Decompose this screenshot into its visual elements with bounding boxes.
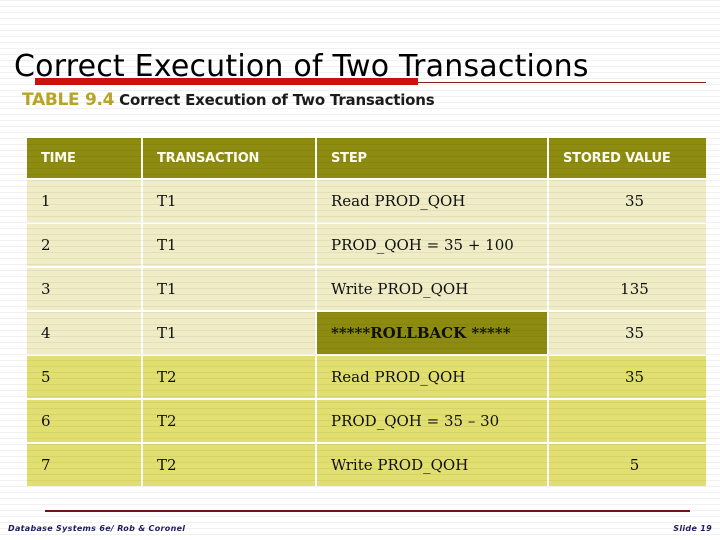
cell-stored-value: 35 xyxy=(549,356,706,398)
cell-time: 4 xyxy=(27,312,141,354)
table-row: 2 T1 PROD_QOH = 35 + 100 xyxy=(27,224,706,266)
cell-step: PROD_QOH = 35 + 100 xyxy=(317,224,547,266)
cell-transaction: T1 xyxy=(143,268,315,310)
cell-transaction: T1 xyxy=(143,180,315,222)
cell-step: PROD_QOH = 35 – 30 xyxy=(317,400,547,442)
column-header-step: STEP xyxy=(317,138,547,178)
footer-divider xyxy=(45,510,690,512)
slide-canvas: Correct Execution of Two Transactions TA… xyxy=(0,0,720,540)
table-row: 5 T2 Read PROD_QOH 35 xyxy=(27,356,706,398)
cell-step: Read PROD_QOH xyxy=(317,180,547,222)
transactions-table-wrapper: TIME TRANSACTION STEP STORED VALUE 1 T1 Re… xyxy=(25,136,708,488)
table-caption-number: TABLE 9.4 xyxy=(22,90,115,110)
cell-transaction: T1 xyxy=(143,224,315,266)
column-header-transaction: TRANSACTION xyxy=(143,138,315,178)
table-row: 3 T1 Write PROD_QOH 135 xyxy=(27,268,706,310)
table-row: 1 T1 Read PROD_QOH 35 xyxy=(27,180,706,222)
cell-time: 3 xyxy=(27,268,141,310)
cell-stored-value: 5 xyxy=(549,444,706,486)
cell-step-rollback: *****ROLLBACK ***** xyxy=(317,312,547,354)
table-caption-title: Correct Execution of Two Transactions xyxy=(119,91,435,109)
table-body: 1 T1 Read PROD_QOH 35 2 T1 PROD_QOH = 35 + 100… xyxy=(27,180,706,486)
table-caption: TABLE 9.4 Correct Execution of Two Transa… xyxy=(22,89,435,111)
cell-stored-value xyxy=(549,400,706,442)
cell-stored-value xyxy=(549,224,706,266)
page-title: Correct Execution of Two Transactions xyxy=(14,49,589,85)
cell-step: Write PROD_QOH xyxy=(317,268,547,310)
cell-transaction: T1 xyxy=(143,312,315,354)
cell-transaction: T2 xyxy=(143,356,315,398)
table-row: 6 T2 PROD_QOH = 35 – 30 xyxy=(27,400,706,442)
table-header: TIME TRANSACTION STEP STORED VALUE xyxy=(27,138,706,178)
table-row: 7 T2 Write PROD_QOH 5 xyxy=(27,444,706,486)
column-header-time: TIME xyxy=(27,138,141,178)
cell-time: 6 xyxy=(27,400,141,442)
column-header-stored-value: STORED VALUE xyxy=(549,138,706,178)
cell-step: Read PROD_QOH xyxy=(317,356,547,398)
cell-time: 5 xyxy=(27,356,141,398)
cell-transaction: T2 xyxy=(143,400,315,442)
cell-time: 7 xyxy=(27,444,141,486)
table-header-row: TIME TRANSACTION STEP STORED VALUE xyxy=(27,138,706,178)
cell-stored-value: 35 xyxy=(549,312,706,354)
cell-time: 1 xyxy=(27,180,141,222)
cell-transaction: T2 xyxy=(143,444,315,486)
cell-stored-value: 135 xyxy=(549,268,706,310)
footer-attribution: Database Systems 6e/ Rob & Coronel xyxy=(8,524,186,533)
cell-stored-value: 35 xyxy=(549,180,706,222)
cell-time: 2 xyxy=(27,224,141,266)
cell-step: Write PROD_QOH xyxy=(317,444,547,486)
slide-number: Slide 19 xyxy=(673,524,712,533)
table-row: 4 T1 *****ROLLBACK ***** 35 xyxy=(27,312,706,354)
transactions-table: TIME TRANSACTION STEP STORED VALUE 1 T1 Re… xyxy=(25,136,708,488)
